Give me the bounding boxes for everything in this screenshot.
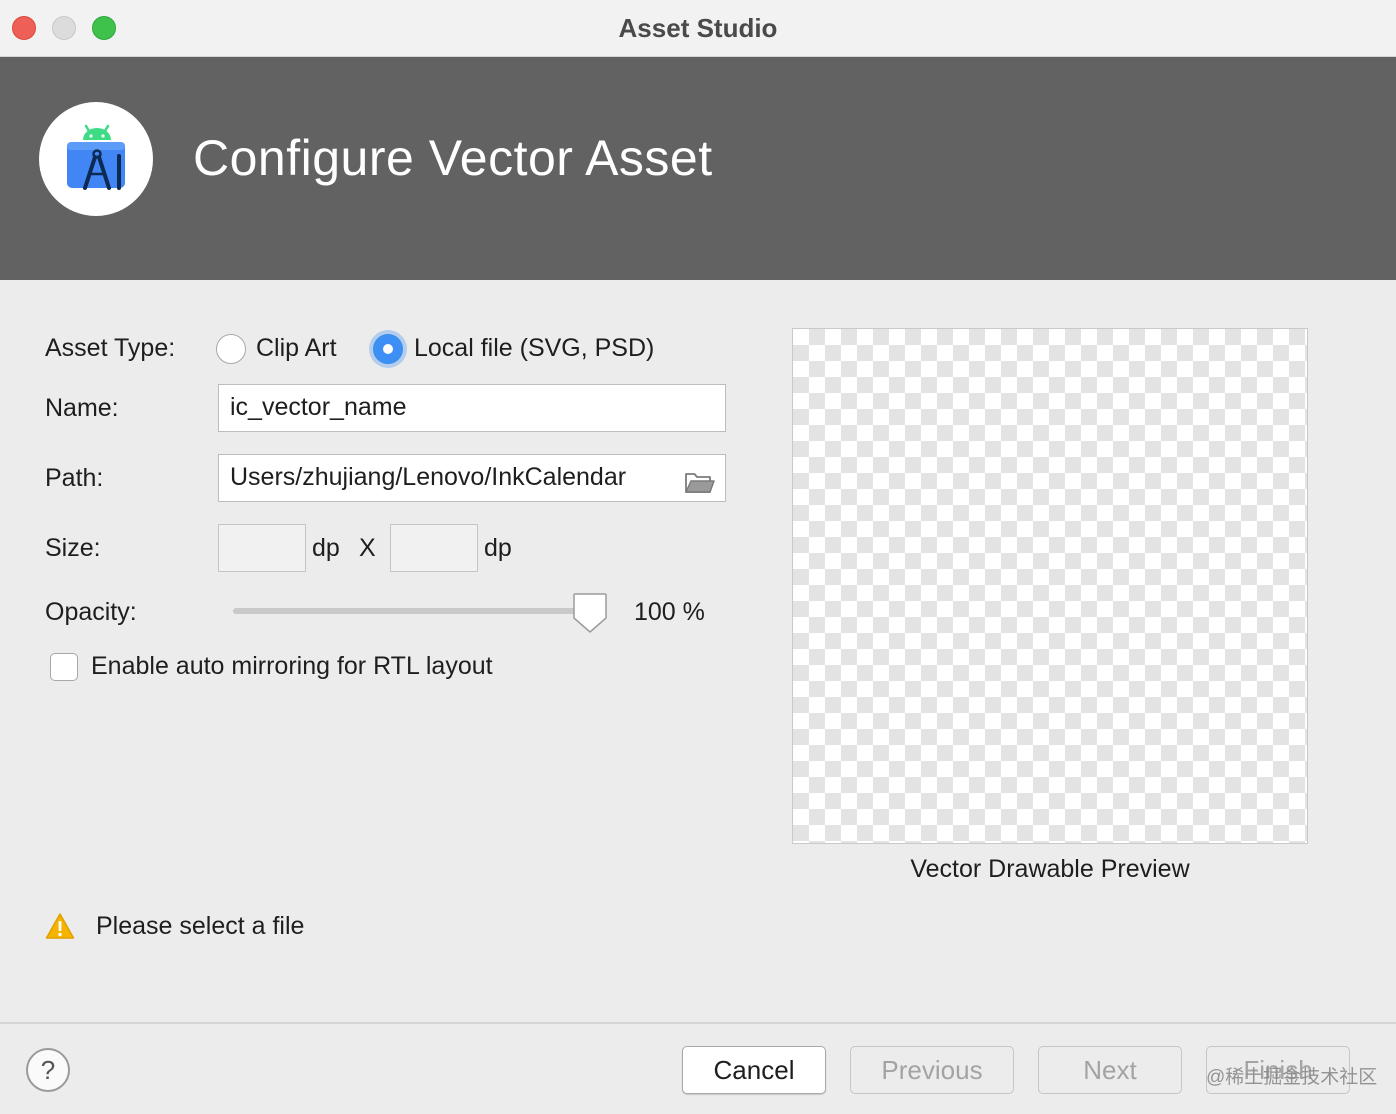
clip-art-radio[interactable] (216, 334, 246, 364)
local-file-radio-label[interactable]: Local file (SVG, PSD) (414, 334, 654, 363)
page-title: Configure Vector Asset (193, 130, 713, 186)
path-field[interactable]: Users/zhujiang/Lenovo/InkCalendar (218, 454, 726, 502)
status-message: Please select a file (96, 912, 305, 940)
name-label: Name: (45, 394, 119, 422)
size-height-input[interactable] (390, 524, 478, 572)
vector-preview-canvas (792, 328, 1308, 844)
size-width-unit: dp (312, 534, 340, 562)
warning-icon (45, 912, 75, 945)
size-label: Size: (45, 534, 101, 562)
footer-divider (0, 1022, 1396, 1024)
android-studio-icon (39, 102, 153, 216)
size-height-unit: dp (484, 534, 512, 562)
auto-mirroring-checkbox[interactable] (50, 653, 78, 681)
opacity-label: Opacity: (45, 598, 137, 626)
size-separator: X (359, 534, 376, 562)
preview-label: Vector Drawable Preview (910, 855, 1190, 883)
help-button[interactable]: ? (26, 1048, 70, 1092)
local-file-radio[interactable] (373, 334, 403, 364)
clip-art-radio-label[interactable]: Clip Art (256, 334, 337, 363)
name-input[interactable]: ic_vector_name (218, 384, 726, 432)
watermark: @稀土掘金技术社区 (1206, 1067, 1378, 1088)
path-input[interactable]: Users/zhujiang/Lenovo/InkCalendar (230, 463, 626, 491)
window-title: Asset Studio (618, 13, 778, 43)
asset-type-label: Asset Type: (45, 334, 176, 362)
title-bar: Asset Studio (0, 0, 1396, 57)
cancel-button[interactable]: Cancel (682, 1046, 826, 1094)
auto-mirroring-label[interactable]: Enable auto mirroring for RTL layout (91, 652, 493, 681)
previous-button[interactable]: Previous (850, 1046, 1014, 1094)
header-banner: Configure Vector Asset (0, 57, 1396, 280)
size-width-input[interactable] (218, 524, 306, 572)
folder-open-icon[interactable] (685, 465, 715, 501)
opacity-slider-thumb[interactable] (572, 592, 608, 639)
opacity-value: 100 % (634, 598, 705, 626)
path-label: Path: (45, 464, 104, 492)
asset-studio-window: Asset Studio Configure Vector Asset Asse… (0, 0, 1396, 1114)
opacity-slider-track[interactable] (233, 608, 593, 614)
next-button[interactable]: Next (1038, 1046, 1182, 1094)
